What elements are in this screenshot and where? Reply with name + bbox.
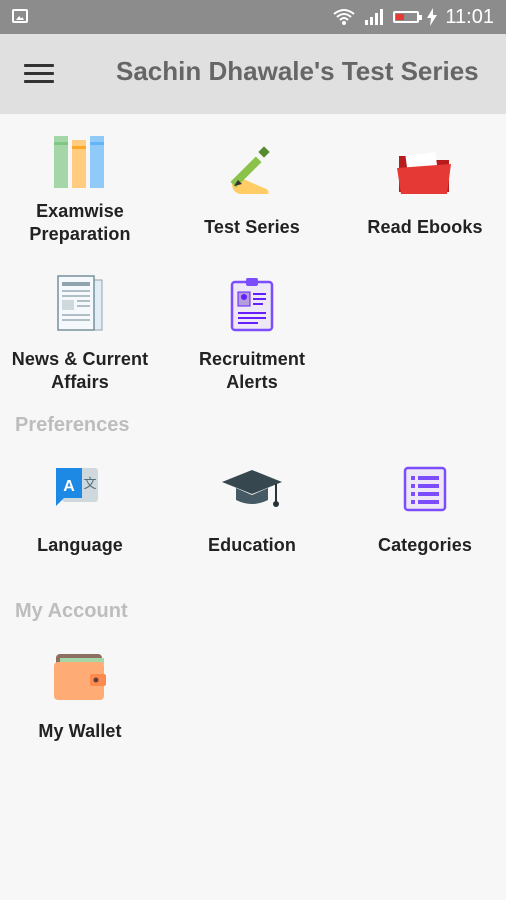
tile-label: Preparation [29, 224, 131, 244]
hamburger-icon [24, 64, 54, 67]
tile-label: News & Current [11, 349, 149, 369]
tile-label: Read Ebooks [367, 217, 483, 237]
wifi-icon [333, 9, 356, 25]
status-bar: 11:01 [0, 0, 506, 34]
tile-label: Alerts [226, 372, 278, 392]
battery-icon [393, 11, 423, 23]
list-icon [403, 466, 447, 512]
categories-tile[interactable]: Categories [341, 458, 506, 557]
app-title: Sachin Dhawale's Test Series [116, 56, 479, 86]
my-account-heading: My Account [15, 600, 128, 622]
signal-icon [365, 9, 384, 25]
clock: 11:01 [445, 5, 494, 28]
my-wallet-tile[interactable]: My Wallet [0, 644, 164, 743]
read-ebooks-tile[interactable]: Read Ebooks [341, 140, 506, 239]
tile-label: Recruitment [198, 349, 306, 369]
graduation-cap-icon [222, 470, 282, 507]
tile-label: Examwise [36, 201, 124, 221]
tile-label: My Wallet [38, 721, 122, 741]
tile-label: Test Series [204, 217, 300, 237]
tile-label: Affairs [51, 372, 109, 392]
wallet-icon [54, 654, 106, 700]
recruitment-alerts-tile[interactable]: Recruitment Alerts [168, 272, 336, 394]
books-icon [54, 136, 104, 188]
folder-icon [397, 152, 451, 194]
svg-text:A: A [63, 478, 75, 495]
tile-label: Categories [377, 535, 473, 555]
examwise-preparation-tile[interactable]: Examwise Preparation [0, 130, 164, 246]
id-card-icon [230, 278, 274, 332]
education-tile[interactable]: Education [168, 458, 336, 557]
language-tile[interactable]: A 文 Language [0, 458, 164, 557]
charging-icon [427, 8, 438, 26]
test-series-tile[interactable]: Test Series [168, 140, 336, 239]
preferences-heading: Preferences [15, 414, 130, 436]
newspaper-icon [57, 275, 103, 331]
svg-text:文: 文 [83, 477, 96, 492]
tile-label: Language [37, 535, 123, 555]
translate-icon: A 文 [56, 468, 98, 506]
image-notification-icon [12, 9, 28, 23]
app-bar: Sachin Dhawale's Test Series [0, 34, 506, 114]
pen-writing-icon [230, 146, 270, 194]
news-current-affairs-tile[interactable]: News & Current Affairs [0, 272, 164, 394]
tile-label: Education [208, 535, 296, 555]
menu-button[interactable] [24, 64, 54, 86]
